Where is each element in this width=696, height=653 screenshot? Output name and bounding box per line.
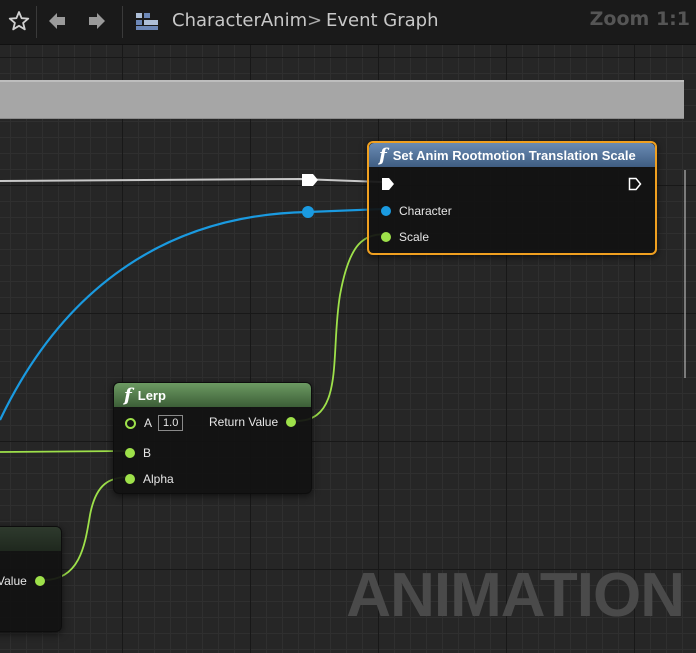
zoom-level: Zoom 1:1 bbox=[589, 8, 690, 30]
pin-label: Character bbox=[399, 204, 452, 218]
float-pin-icon bbox=[125, 417, 136, 429]
node-header[interactable]: f Set Anim Rootmotion Translation Scale bbox=[369, 143, 655, 167]
exec-pin-icon bbox=[382, 178, 394, 190]
favorite-button[interactable] bbox=[4, 6, 34, 36]
toolbar-divider bbox=[36, 6, 37, 38]
object-pin-icon bbox=[381, 206, 391, 216]
graph-canvas[interactable]: f Set Anim Rootmotion Translation Scale … bbox=[0, 45, 696, 653]
return-value-pin[interactable]: Return Value bbox=[209, 415, 297, 429]
a-value-input[interactable]: 1.0 bbox=[158, 415, 184, 431]
pin-label: Value bbox=[0, 574, 27, 588]
graph-type-button[interactable] bbox=[132, 6, 162, 36]
float-pin-icon bbox=[381, 232, 391, 242]
exec-pin-icon bbox=[628, 177, 642, 191]
b-input-wire bbox=[0, 450, 131, 453]
float-pin-icon bbox=[125, 474, 135, 484]
exec-out-pin[interactable] bbox=[628, 177, 642, 191]
graph-type-watermark: ANIMATION bbox=[346, 561, 685, 630]
arrow-right-icon bbox=[89, 13, 105, 29]
node-title: Lerp bbox=[137, 387, 166, 403]
exec-wire bbox=[0, 177, 384, 183]
exec-in-pin[interactable] bbox=[381, 177, 395, 191]
a-pin[interactable]: A 1.0 bbox=[125, 415, 184, 431]
node-header[interactable]: f Lerp bbox=[114, 383, 311, 407]
character-reroute-node[interactable] bbox=[302, 206, 314, 218]
arrow-left-icon bbox=[49, 13, 65, 29]
pin-label: B bbox=[143, 446, 152, 460]
toolbar-divider bbox=[122, 6, 123, 38]
float-pin-icon bbox=[34, 576, 45, 586]
character-pin[interactable]: Character bbox=[381, 204, 452, 218]
forward-button[interactable] bbox=[82, 6, 112, 36]
lerp-node[interactable]: f Lerp A 1.0 B Alpha Return Value bbox=[113, 382, 312, 494]
float-pin-icon bbox=[286, 417, 297, 427]
partial-node[interactable]: Value bbox=[0, 526, 62, 632]
set-anim-rootmotion-node[interactable]: f Set Anim Rootmotion Translation Scale … bbox=[367, 141, 657, 255]
pin-label: Alpha bbox=[143, 472, 174, 486]
node-header[interactable] bbox=[0, 527, 61, 551]
breadcrumb-separator: > bbox=[307, 10, 323, 31]
function-icon: f bbox=[379, 144, 387, 166]
toolbar: CharacterAnim > Event Graph Zoom 1:1 bbox=[0, 0, 696, 45]
breadcrumb-current[interactable]: Event Graph bbox=[326, 10, 439, 31]
blueprint-grid-icon bbox=[136, 13, 158, 30]
back-button[interactable] bbox=[42, 6, 72, 36]
value-pin[interactable]: Value bbox=[0, 574, 45, 588]
scale-pin[interactable]: Scale bbox=[381, 230, 429, 244]
breadcrumb-root[interactable]: CharacterAnim bbox=[172, 10, 307, 31]
pin-label: Return Value bbox=[209, 415, 279, 429]
pin-label: A bbox=[144, 416, 153, 430]
float-pin-icon bbox=[125, 448, 135, 458]
node-title: Set Anim Rootmotion Translation Scale bbox=[392, 147, 636, 163]
alpha-pin[interactable]: Alpha bbox=[125, 472, 174, 486]
exec-reroute-node[interactable] bbox=[302, 174, 318, 186]
function-icon: f bbox=[124, 384, 132, 406]
b-pin[interactable]: B bbox=[125, 446, 151, 460]
star-icon bbox=[8, 11, 30, 31]
pin-label: Scale bbox=[399, 230, 430, 244]
